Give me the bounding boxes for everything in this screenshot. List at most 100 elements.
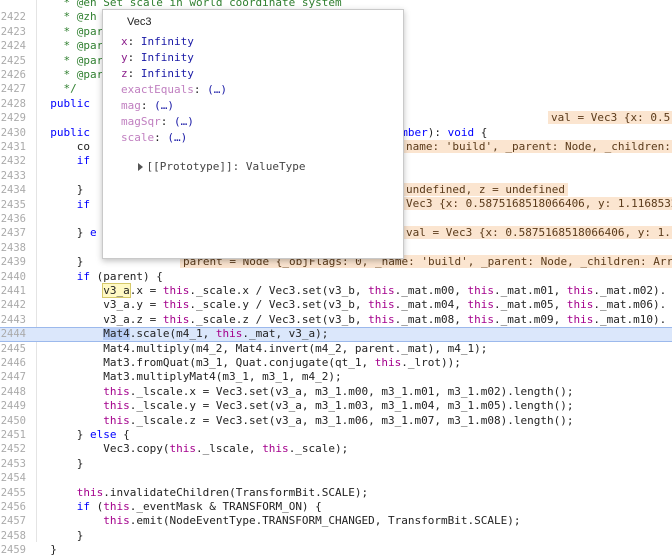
code-text: this._lscale.x = Vec3.set(v3_a, m3_1.m00… bbox=[103, 384, 574, 398]
line-number: 2435 bbox=[0, 198, 26, 211]
prop-value: Infinity bbox=[140, 67, 194, 80]
prop-value: (…) bbox=[167, 131, 188, 144]
line-number: 2455 bbox=[0, 486, 26, 499]
inline-value-2435: undefined, z = undefined bbox=[403, 183, 568, 196]
code-line[interactable]: 2450 this._lscale.z = Vec3.set(v3_a, m3_… bbox=[0, 414, 672, 428]
code-text: v3_a.y = this._scale.y / Vec3.set(v3_b, … bbox=[37, 298, 667, 312]
line-number: 2457 bbox=[0, 515, 26, 528]
line-number: 2446 bbox=[0, 357, 26, 369]
inline-value-2430: val = Vec3 {x: 0.5 bbox=[548, 111, 672, 124]
code-text: Mat4.scale(m4_1, this._mat, v3_a); bbox=[103, 327, 329, 341]
code-text: Mat3.fromQuat(m3_1, Quat.conjugate(qt_1,… bbox=[37, 356, 461, 369]
line-number: 2443 bbox=[0, 313, 26, 326]
code-text: Mat3.multiplyMat4(m3_1, m3_1, m4_2); bbox=[37, 370, 342, 384]
line-number: 2437 bbox=[0, 227, 26, 240]
code-text: * @zh bbox=[63, 10, 97, 24]
code-line[interactable]: 2457 this.emit(NodeEventType.TRANSFORM_C… bbox=[0, 514, 672, 528]
popover-prop-scale[interactable]: scale: (…) bbox=[121, 131, 187, 144]
code-line[interactable]: 2448 this._lscale.x = Vec3.set(v3_a, m3_… bbox=[0, 385, 672, 399]
line-number: 2422 bbox=[0, 11, 26, 24]
prop-key: y bbox=[121, 51, 128, 64]
line-number: 2438 bbox=[0, 241, 26, 254]
code-text: v3_a.z = this._scale.z / Vec3.set(v3_b, … bbox=[37, 312, 667, 326]
prototype-key: [[Prototype]] bbox=[146, 160, 233, 173]
line-number: 2430 bbox=[0, 126, 26, 139]
inline-value-2438: val = Vec3 {x: 0.5875168518066406, y: 1.… bbox=[403, 226, 672, 239]
line-number: 2425 bbox=[0, 54, 26, 67]
line-number: 2428 bbox=[0, 97, 26, 110]
line-number: 2436 bbox=[0, 213, 26, 225]
code-text: } bbox=[37, 255, 84, 269]
popover-prop-mag[interactable]: mag: (…) bbox=[121, 99, 174, 112]
prop-value: (…) bbox=[154, 99, 174, 112]
line-number: 2445 bbox=[0, 342, 26, 355]
code-text: this.emit(NodeEventType.TRANSFORM_CHANGE… bbox=[103, 514, 521, 528]
current-line[interactable]: 2444 Mat4.scale(m4_1, this._mat, v3_a); bbox=[0, 327, 672, 342]
code-text: * @par bbox=[63, 39, 104, 53]
code-text: if (this._eventMask & TRANSFORM_ON) { bbox=[76, 500, 322, 513]
prototype-row[interactable]: [[Prototype]]: ValueType bbox=[111, 147, 305, 186]
code-text: co bbox=[37, 140, 90, 153]
hover-value-popover[interactable]: Vec3 x: Infinity y: Infinity z: Infinity ex… bbox=[102, 9, 404, 259]
line-number: 2447 bbox=[0, 371, 26, 384]
popover-prop-exactEquals[interactable]: exactEquals: (…) bbox=[121, 83, 227, 96]
prop-key: x bbox=[121, 35, 128, 48]
inline-value-2432: name: 'build', _parent: Node, _children:… bbox=[403, 140, 672, 153]
popover-title: Vec3 bbox=[127, 16, 152, 28]
code-text: this._lscale.y = Vec3.set(v3_a, m3_1.m03… bbox=[103, 399, 574, 413]
line-number: 2427 bbox=[0, 83, 26, 96]
line-number: 2423 bbox=[0, 25, 26, 38]
prototype-value: ValueType bbox=[245, 160, 306, 173]
code-line[interactable]: 2455 this.invalidateChildren(TransformBi… bbox=[0, 486, 672, 500]
prop-key: magSqr bbox=[121, 115, 161, 128]
line-number: 2426 bbox=[0, 69, 26, 81]
code-text: } bbox=[37, 456, 84, 470]
popover-prop-magSqr[interactable]: magSqr: (…) bbox=[121, 115, 194, 128]
inline-value-2436: Vec3 {x: 0.5875168518066406, y: 1.116853… bbox=[403, 197, 672, 210]
code-line[interactable]: 2447 Mat3.multiplyMat4(m3_1, m3_1, m4_2)… bbox=[0, 370, 672, 384]
code-line[interactable]: 2443 v3_a.z = this._scale.z / Vec3.set(v… bbox=[0, 313, 672, 327]
prop-key: z bbox=[121, 67, 128, 80]
line-number: 2424 bbox=[0, 40, 26, 53]
code-text: v3_a.x = this._scale.x / Vec3.set(v3_b, … bbox=[102, 283, 667, 298]
code-text: Vec3.copy(this._lscale, this._scale); bbox=[37, 442, 349, 456]
line-number: 2450 bbox=[0, 414, 26, 427]
line-number: 2452 bbox=[0, 443, 26, 456]
code-text: if bbox=[76, 154, 90, 168]
expand-triangle-icon[interactable] bbox=[137, 163, 143, 171]
popover-prop-y: y: Infinity bbox=[121, 51, 194, 64]
code-line[interactable]: 2441 v3_a.x = this._scale.x / Vec3.set(v… bbox=[0, 283, 672, 298]
code-text: * @par bbox=[63, 24, 104, 38]
code-text: * @par bbox=[63, 68, 104, 81]
line-number: 2451 bbox=[0, 429, 26, 441]
code-line[interactable]: 2442 v3_a.y = this._scale.y / Vec3.set(v… bbox=[0, 298, 672, 312]
line-number: 2442 bbox=[0, 299, 26, 312]
line-number: 2459 bbox=[0, 544, 26, 557]
code-text: if (parent) { bbox=[76, 269, 163, 283]
code-line[interactable]: 2459 } bbox=[0, 543, 672, 557]
prop-key: mag bbox=[121, 99, 141, 112]
code-line[interactable]: 2458 } bbox=[0, 529, 672, 543]
code-line[interactable]: 2445 Mat4.multiply(m4_2, Mat4.invert(m4_… bbox=[0, 342, 672, 356]
code-line[interactable]: 2449 this._lscale.y = Vec3.set(v3_a, m3_… bbox=[0, 399, 672, 413]
code-line[interactable]: 2440 if (parent) { bbox=[0, 270, 672, 284]
line-number: 2432 bbox=[0, 155, 26, 168]
code-line[interactable]: 2451 } else { bbox=[0, 428, 672, 442]
code-text: this.invalidateChildren(TransformBit.SCA… bbox=[76, 485, 369, 499]
code-line[interactable]: 2446 Mat3.fromQuat(m3_1, Quat.conjugate(… bbox=[0, 356, 672, 370]
line-number: 2454 bbox=[0, 472, 26, 485]
code-line[interactable]: 2453 } bbox=[0, 457, 672, 471]
prop-value: Infinity bbox=[140, 51, 194, 64]
code-text: Mat4.multiply(m4_2, Mat4.invert(m4_2, pa… bbox=[37, 341, 488, 355]
prop-value: Infinity bbox=[140, 35, 194, 48]
prop-value: (…) bbox=[174, 115, 194, 128]
prop-key: exactEquals bbox=[121, 83, 194, 96]
code-text: } e bbox=[37, 226, 97, 240]
code-line[interactable]: 2456 if (this._eventMask & TRANSFORM_ON)… bbox=[0, 500, 672, 514]
popover-prop-x: x: Infinity bbox=[121, 35, 194, 48]
line-number: 2453 bbox=[0, 457, 26, 470]
code-line[interactable]: 2454 bbox=[0, 471, 672, 485]
popover-prop-z: z: Infinity bbox=[121, 67, 194, 80]
code-text: * @par bbox=[63, 53, 104, 67]
code-line[interactable]: 2452 Vec3.copy(this._lscale, this._scale… bbox=[0, 442, 672, 456]
